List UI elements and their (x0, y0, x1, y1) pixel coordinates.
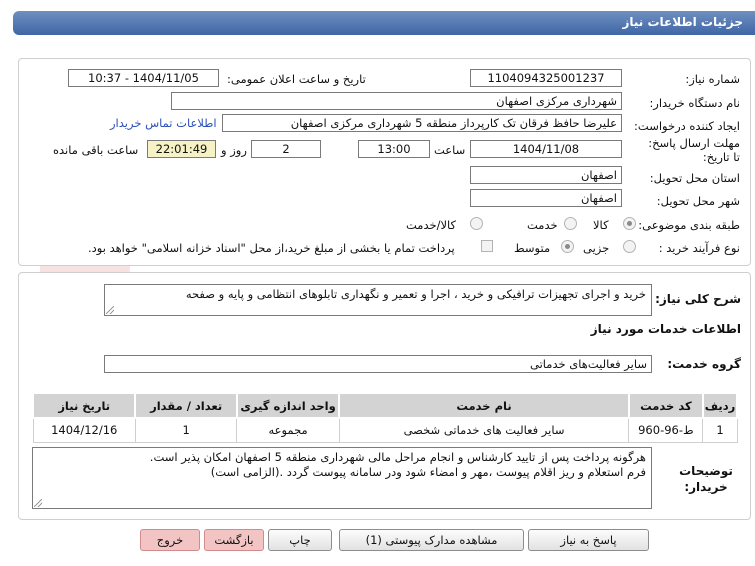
exit-button[interactable]: خروج (140, 529, 200, 551)
cell-need-date: 1404/12/16 (32, 417, 136, 443)
category-label: طبقه بندی موضوعی: (638, 218, 740, 232)
need-number-field: 1104094325001237 (470, 69, 622, 87)
need-number-label: شماره نیاز: (685, 72, 740, 86)
services-table: ردیف کد خدمت نام خدمت واحد اندازه گیری ت… (31, 392, 739, 443)
category-radio-service[interactable] (564, 217, 577, 230)
city-label: شهر محل تحویل: (656, 194, 740, 208)
col-service-name: نام خدمت (338, 392, 630, 419)
deadline-label: مهلت ارسال پاسخ: تا تاریخ: (648, 136, 740, 164)
category-goods-label: کالا (593, 218, 609, 232)
table-row: 1 ط-96-960 سایر فعالیت های خدماتی شخصی م… (32, 417, 738, 443)
need-info-panel (18, 58, 751, 266)
buyer-org-label: نام دستگاه خریدار: (649, 96, 740, 110)
service-group-field: سایر فعالیت‌های خدماتی (104, 355, 652, 373)
top-bar: جزئیات اطلاعات نیاز (0, 0, 755, 40)
category-radio-goods[interactable] (623, 217, 636, 230)
description-textarea[interactable]: خرید و اجرای تجهیزات ترافیکی و خرید ، اج… (104, 284, 652, 316)
province-field: اصفهان (470, 166, 622, 184)
cell-service-name: سایر فعالیت های خدماتی شخصی (338, 417, 630, 443)
announce-label: تاریخ و ساعت اعلان عمومی: (227, 72, 366, 86)
services-table-header: ردیف کد خدمت نام خدمت واحد اندازه گیری ت… (31, 392, 739, 419)
days-label: روز و (221, 143, 247, 157)
col-unit: واحد اندازه گیری (235, 392, 341, 419)
print-button[interactable]: چاپ (268, 529, 332, 551)
cell-service-code: ط-96-960 (628, 417, 704, 443)
city-field: اصفهان (470, 189, 622, 207)
process-label: نوع فرآیند خرید : (658, 241, 740, 255)
reply-button[interactable]: پاسخ به نیاز (528, 529, 649, 551)
col-row-number: ردیف (701, 392, 739, 419)
buyer-notes-line-1: هرگونه پرداخت پس از تایید کارشناس و انجا… (149, 450, 646, 464)
view-attachments-button[interactable]: مشاهده مدارک پیوستی (1) (339, 529, 524, 551)
process-minor-label: جزیی (583, 241, 610, 255)
treasury-payment-note: پرداخت تمام یا بخشی از مبلغ خرید،از محل … (88, 241, 455, 255)
cell-quantity: 1 (134, 417, 238, 443)
back-button[interactable]: بازگشت (204, 529, 264, 551)
description-label: شرح کلی نیاز: (655, 292, 741, 306)
resize-grip-icon[interactable] (34, 499, 42, 507)
buyer-contact-link[interactable]: اطلاعات تماس خریدار (110, 116, 217, 130)
process-radio-minor[interactable] (623, 240, 636, 253)
remaining-label: ساعت باقی مانده (53, 143, 139, 157)
buyer-notes-line-2: فرم استعلام و ریز اقلام پیوست ،مهر و امض… (210, 465, 646, 479)
page-header: جزئیات اطلاعات نیاز (13, 11, 755, 35)
page-title: جزئیات اطلاعات نیاز (622, 15, 743, 29)
col-service-code: کد خدمت (627, 392, 704, 419)
resize-grip-icon[interactable] (106, 306, 114, 314)
deadline-date-field: 1404/11/08 (470, 140, 622, 158)
remaining-time-field: 22:01:49 (147, 140, 216, 158)
category-goods-service-label: کالا/خدمت (406, 218, 457, 232)
buyer-notes-label: توضیحات خریدار: (679, 464, 733, 494)
process-medium-label: متوسط (514, 241, 551, 255)
treasury-payment-checkbox[interactable] (481, 240, 493, 252)
services-section-title: اطلاعات خدمات مورد نیاز (590, 322, 741, 336)
requester-label: ایجاد کننده درخواست: (634, 119, 740, 133)
col-quantity: تعداد / مقدار (134, 392, 238, 419)
announce-field: 1404/11/05 - 10:37 (68, 69, 219, 87)
description-text: خرید و اجرای تجهیزات ترافیکی و خرید ، اج… (185, 287, 646, 301)
cell-row-number: 1 (702, 417, 738, 443)
col-need-date: تاریخ نیاز (31, 392, 137, 419)
cell-unit: مجموعه (236, 417, 340, 443)
buyer-notes-textarea[interactable]: هرگونه پرداخت پس از تایید کارشناس و انجا… (32, 447, 652, 509)
category-radio-goods-service[interactable] (470, 217, 483, 230)
remaining-days-field: 2 (251, 140, 321, 158)
buyer-org-field: شهرداری مرکزی اصفهان (171, 92, 622, 110)
deadline-time-field: 13:00 (358, 140, 430, 158)
province-label: استان محل تحویل: (649, 171, 740, 185)
service-group-label: گروه خدمت: (667, 357, 741, 371)
deadline-time-label: ساعت (434, 143, 466, 157)
category-service-label: خدمت (527, 218, 558, 232)
requester-field: علیرضا حافظ فرقان تک کارپرداز منطقه 5 شه… (222, 114, 622, 132)
process-radio-medium[interactable] (561, 240, 574, 253)
